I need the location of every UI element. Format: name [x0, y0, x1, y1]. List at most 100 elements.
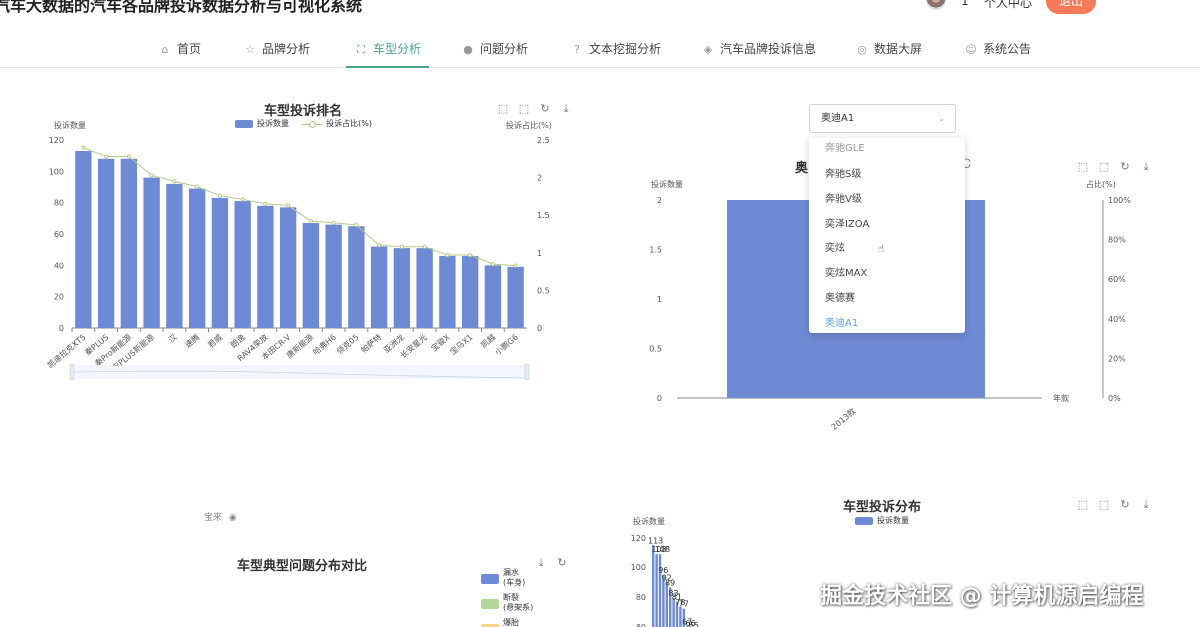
y-tick-label-right: 1	[537, 249, 542, 258]
model-select[interactable]: 奥迪A1 ⌄	[809, 104, 956, 133]
zoom-reset-icon[interactable]: ⬚	[1097, 160, 1111, 173]
y-tick-label: 40	[54, 261, 64, 270]
nav-model-analysis[interactable]: ⛶ 车型分析	[346, 30, 430, 68]
user-center-link[interactable]: 个人中心	[984, 0, 1032, 11]
nav-dashboard[interactable]: ◎ 数据大屏	[855, 30, 922, 68]
y-tick-label: 120	[631, 534, 646, 543]
bar	[166, 183, 183, 328]
restore-icon[interactable]: ↻	[1118, 498, 1132, 511]
x-tick-label: 宝马X1	[448, 332, 475, 357]
x-tick-label: 小鹏G6	[493, 332, 520, 357]
app-root: 汽车大数据的汽车各品牌投诉数据分析与可视化系统 1 个人中心 退出 ⌂ 首页 ☆ 品…	[0, 0, 1200, 627]
restore-icon[interactable]: ↻	[1118, 160, 1132, 173]
y-tick-label: 100	[49, 167, 64, 176]
dropdown-item[interactable]: 奕泽IZOA	[825, 215, 869, 230]
line-point	[149, 173, 154, 178]
question-icon: ?	[574, 43, 580, 56]
problem-chart-toolbox: ⤓ ↻	[534, 556, 576, 570]
distribution-chart-legend[interactable]: 投诉数量	[855, 515, 909, 526]
nav-text-mining[interactable]: ? 文本挖掘分析	[570, 30, 661, 68]
nav-complaint-info[interactable]: ◈ 汽车品牌投诉信息	[701, 30, 816, 68]
y-tick-label: 0.5	[649, 345, 662, 354]
screen-icon: ◎	[857, 43, 867, 56]
data-label: 65	[689, 621, 699, 627]
x-tick-label: 哈弗H6	[311, 332, 338, 357]
y-tick-label: 100	[631, 563, 646, 572]
home-icon: ⌂	[161, 43, 169, 56]
dropdown-item[interactable]: 奔驰V级	[825, 190, 862, 205]
y-tick-label: 80	[636, 593, 646, 602]
nav-label: 品牌分析	[262, 42, 311, 56]
datazoom-handle-right	[524, 363, 530, 381]
y-axis-label-left: 投诉数量	[651, 179, 683, 189]
zoom-reset-icon[interactable]: ⬚	[517, 102, 531, 115]
line-point	[468, 252, 473, 258]
line-point	[286, 203, 291, 208]
bar	[655, 554, 658, 627]
dropdown-item[interactable]: 奥德赛	[825, 289, 855, 304]
rank-chart: 投诉数量 投诉占比(%) 0 20 40 60 80 100 120 0 0.5 1 1.5 2 2.5 凯迪…	[45, 120, 552, 381]
bar	[484, 265, 502, 328]
dropdown-item[interactable]: 奔驰S级	[825, 165, 861, 180]
nav-brand-analysis[interactable]: ☆ 品牌分析	[243, 30, 310, 68]
dropdown-item[interactable]: 奕炫	[825, 239, 845, 254]
download-icon[interactable]: ⤓	[1139, 160, 1153, 174]
download-icon[interactable]: ⤓	[559, 102, 573, 116]
line-point	[104, 154, 109, 159]
y-tick-label-right: 0	[537, 324, 542, 333]
notice-icon: ☺	[965, 43, 977, 56]
y-axis-label-right: 投诉占比(%)	[506, 120, 552, 130]
restore-icon[interactable]: ↻	[555, 556, 569, 569]
datazoom-slider	[71, 365, 528, 379]
bar	[97, 158, 115, 328]
y-tick-label: 1	[657, 295, 662, 304]
zoom-reset-icon[interactable]: ⬚	[1097, 498, 1111, 511]
zoom-icon[interactable]: ⬚	[496, 102, 510, 115]
data-label: 108	[655, 545, 670, 554]
distribution-chart: 投诉数量808010012011310810896928983817877676…	[631, 516, 699, 627]
bar	[257, 205, 274, 328]
zoom-icon[interactable]: ⬚	[1076, 498, 1090, 511]
line-point	[377, 243, 382, 248]
download-icon[interactable]: ⤓	[534, 556, 548, 570]
download-icon[interactable]: ⤓	[1139, 498, 1153, 512]
dropdown-item[interactable]: 奕炫MAX	[825, 264, 867, 279]
y-tick-label-right: 100%	[1108, 196, 1131, 205]
bar	[234, 201, 251, 328]
y-tick-label: 80	[54, 199, 64, 208]
bar	[75, 150, 92, 328]
nav-problem-analysis[interactable]: ● 问题分析	[461, 30, 528, 68]
bar	[461, 255, 479, 328]
logout-button[interactable]: 退出	[1046, 0, 1096, 14]
line-point	[331, 220, 336, 225]
distribution-chart-title: 车型投诉分布	[843, 500, 922, 515]
brand-label[interactable]: 宝来 ◉	[204, 510, 237, 523]
nav-label: 文本挖掘分析	[589, 42, 662, 56]
dropdown-item[interactable]: 奔驰GLE	[825, 139, 865, 154]
zoom-icon[interactable]: ⬚	[1076, 160, 1090, 173]
compass-icon: ◈	[703, 43, 713, 56]
legend-bar-label: 投诉数量	[877, 516, 909, 525]
line-point	[172, 179, 177, 184]
rank-chart-toolbox: ⬚ ⬚ ↻ ⤓	[496, 102, 580, 116]
x-tick-label: 2013款	[829, 406, 857, 430]
y-tick-label: 60	[54, 230, 64, 239]
bar	[370, 246, 388, 328]
avatar[interactable]	[926, 0, 946, 10]
nav-label: 首页	[177, 42, 202, 56]
y-tick-label: 1.5	[649, 246, 662, 255]
legend-swatch	[481, 574, 499, 584]
bar	[393, 248, 411, 328]
nav-home[interactable]: ⌂ 首页	[158, 30, 202, 68]
bar	[507, 266, 524, 328]
nav-announcement[interactable]: ☺ 系统公告	[964, 30, 1031, 68]
y-tick-label-right: 40%	[1108, 315, 1126, 324]
x-tick-label: 凯越	[478, 332, 497, 350]
y-tick-label-right: 20%	[1108, 354, 1126, 363]
y-tick-label-right: 0.5	[537, 286, 550, 295]
bar	[325, 224, 342, 328]
y-axis-label-right: 占比(%)	[1086, 179, 1116, 189]
dropdown-item-selected[interactable]: 奥迪A1	[825, 314, 858, 329]
restore-icon[interactable]: ↻	[538, 102, 552, 115]
y-tick-label: 20	[54, 293, 64, 302]
